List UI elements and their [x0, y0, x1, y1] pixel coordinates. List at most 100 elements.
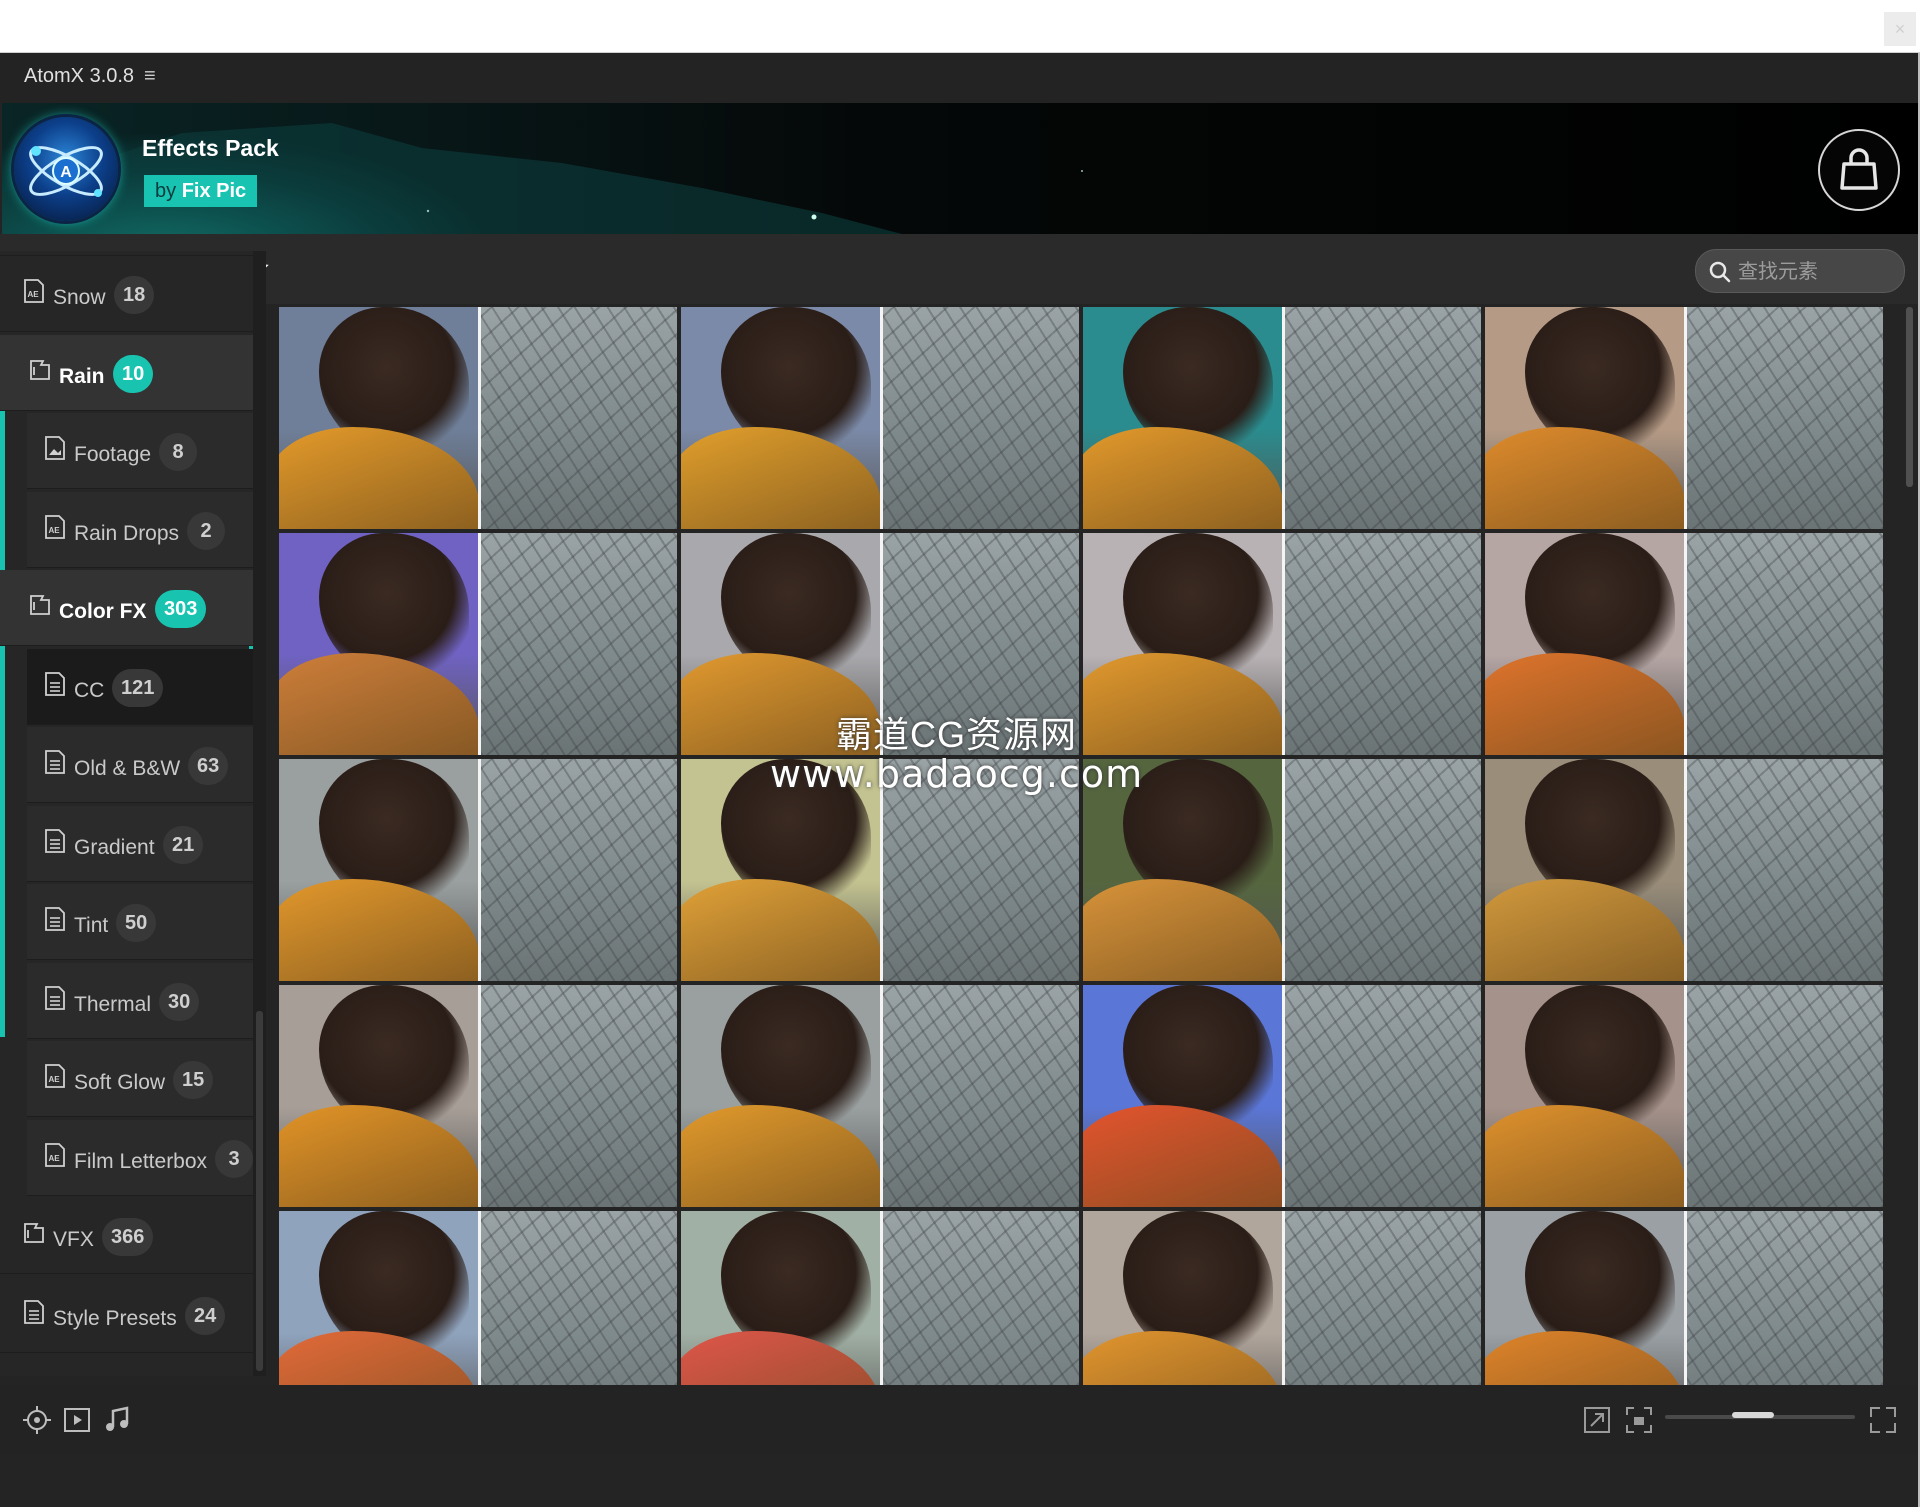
expand-icon[interactable] — [1582, 1405, 1612, 1435]
sidebar-item-count-badge: 63 — [188, 747, 229, 785]
sidebar-item-tint[interactable]: Tint 50 — [27, 884, 253, 960]
sidebar-item-rain[interactable]: Rain 10 — [0, 334, 253, 411]
sidebar-item-count-badge: 21 — [163, 825, 204, 864]
pack-author-badge: by Fix Pic — [144, 175, 258, 207]
sidebar-scrollbar-thumb[interactable] — [256, 1011, 263, 1371]
image-file-icon — [43, 435, 67, 461]
thumbnail-after-image — [1285, 759, 1481, 981]
pack-title: Effects Pack — [142, 135, 279, 161]
preset-thumbnail[interactable] — [1485, 307, 1883, 529]
window-close-button[interactable]: × — [1884, 12, 1916, 46]
preset-thumbnail[interactable] — [1083, 985, 1481, 1207]
sidebar-item-style-presets[interactable]: Style Presets 24 — [0, 1276, 253, 1353]
hamburger-menu-icon[interactable]: ≡ — [144, 65, 156, 88]
sidebar-item-vfx[interactable]: VFX 366 — [0, 1198, 253, 1274]
preset-thumbnail[interactable] — [279, 307, 677, 529]
atomx-logo: A — [14, 117, 118, 221]
watermark-url: www.badaocg.com — [770, 752, 1144, 796]
doc-file-icon — [43, 828, 67, 854]
thumbnail-after-image — [1687, 985, 1883, 1207]
pack-author-name: Fix Pic — [181, 180, 247, 202]
grid-scrollbar-thumb[interactable] — [1906, 307, 1913, 487]
sidebar-item-label: CC — [74, 678, 105, 702]
sidebar-item-count-badge: 366 — [102, 1218, 154, 1256]
preset-thumbnail[interactable] — [681, 985, 1079, 1207]
target-icon[interactable] — [22, 1405, 52, 1435]
sidebar-scrollbar[interactable] — [253, 251, 266, 1376]
zoom-slider[interactable] — [1665, 1412, 1855, 1419]
os-window-bar: × — [0, 0, 1920, 53]
sidebar-item-label: Color FX — [59, 600, 147, 623]
sidebar-item-count-badge: 24 — [185, 1296, 226, 1335]
sidebar-item-count-badge: 303 — [155, 590, 207, 628]
music-note-icon[interactable] — [102, 1405, 132, 1435]
ae-file-icon: AE — [43, 1063, 67, 1089]
sidebar-item-label: Gradient — [74, 835, 155, 859]
preset-thumbnail[interactable] — [279, 759, 677, 981]
sidebar-item-footage[interactable]: Footage 8 — [27, 413, 253, 489]
preset-thumbnail[interactable] — [1083, 533, 1481, 755]
sidebar-item-label: VFX — [53, 1228, 94, 1251]
thumbnail-after-image — [481, 307, 677, 529]
sidebar-item-gradient[interactable]: Gradient 21 — [27, 805, 253, 882]
thumbnail-after-image — [883, 985, 1079, 1207]
folder-icon — [22, 1220, 46, 1246]
sidebar-item-count-badge: 15 — [173, 1061, 214, 1099]
sidebar-item-old-b-w[interactable]: Old & B&W 63 — [27, 727, 253, 803]
thumbnail-after-image — [1687, 307, 1883, 529]
thumbnail-before-image — [1083, 307, 1283, 529]
sidebar-item-label: Film Letterbox — [74, 1149, 208, 1173]
main-toolbar — [0, 234, 1918, 304]
thumbnail-after-image — [481, 533, 677, 755]
sidebar-item-count-badge: 2 — [187, 511, 225, 550]
svg-text:AE: AE — [48, 526, 60, 535]
thumbnail-before-image — [681, 307, 881, 529]
sidebar-item-color-fx[interactable]: Color FX 303 — [0, 570, 253, 646]
ae-file-icon: AE — [43, 514, 67, 540]
play-box-icon[interactable] — [62, 1405, 92, 1435]
fullscreen-icon[interactable] — [1868, 1405, 1898, 1435]
sidebar-item-film-letterbox[interactable]: AE Film Letterbox 3 — [27, 1119, 253, 1196]
ae-file-icon: AE — [43, 1142, 67, 1168]
sidebar-item-cc[interactable]: CC 121 — [27, 648, 253, 725]
banner-mountain-graphic — [2, 123, 1083, 234]
sidebar-item-rain-drops[interactable]: AE Rain Drops 2 — [27, 491, 253, 568]
fit-icon[interactable] — [1624, 1405, 1654, 1435]
bottom-bar — [0, 1385, 1918, 1454]
preset-thumbnail[interactable] — [1485, 759, 1883, 981]
pack-banner: A Effects Pack by Fix Pic — [2, 103, 1918, 234]
thumbnail-before-image — [1485, 307, 1685, 529]
thumbnail-before-image — [279, 759, 479, 981]
preset-thumbnail[interactable] — [279, 985, 677, 1207]
sidebar-item-thermal[interactable]: Thermal 30 — [27, 962, 253, 1039]
zoom-slider-thumb[interactable] — [1732, 1412, 1774, 1418]
preset-thumbnail[interactable] — [1083, 307, 1481, 529]
sidebar-item-label: Rain — [59, 364, 105, 388]
sidebar-item-snow[interactable]: AE Snow 18 — [0, 256, 253, 332]
sidebar-item-count-badge: 10 — [113, 354, 154, 393]
pack-author-prefix: by — [155, 180, 177, 202]
sidebar-item-label: Snow — [53, 286, 106, 309]
svg-text:AE: AE — [48, 1154, 60, 1163]
doc-file-icon — [43, 749, 67, 775]
sidebar-item-soft-glow[interactable]: AE Soft Glow 15 — [27, 1041, 253, 1117]
sidebar-item-label: Thermal — [74, 992, 152, 1016]
watermark-text: 霸道CG资源网 — [836, 714, 1078, 755]
folder-icon — [28, 592, 52, 618]
thumbnail-before-image — [1485, 533, 1685, 755]
shopping-bag-button[interactable] — [1818, 129, 1900, 211]
sidebar-item-label: Old & B&W — [74, 757, 181, 780]
thumbnail-before-image — [279, 533, 479, 755]
preset-thumbnail[interactable] — [1485, 533, 1883, 755]
thumbnail-before-image — [1083, 533, 1283, 755]
preset-thumbnail[interactable] — [681, 307, 1079, 529]
thumbnail-before-image — [1485, 759, 1685, 981]
shopping-bag-icon — [1840, 148, 1878, 190]
search-box[interactable] — [1695, 249, 1905, 294]
search-input[interactable] — [1736, 250, 1900, 294]
panel-titlebar: AtomX 3.0.8 ≡ — [0, 53, 1918, 103]
preset-thumbnail[interactable] — [1485, 985, 1883, 1207]
sidebar-item-count-badge: 3 — [215, 1139, 253, 1178]
preset-thumbnail-grid — [279, 307, 1891, 1431]
preset-thumbnail[interactable] — [279, 533, 677, 755]
